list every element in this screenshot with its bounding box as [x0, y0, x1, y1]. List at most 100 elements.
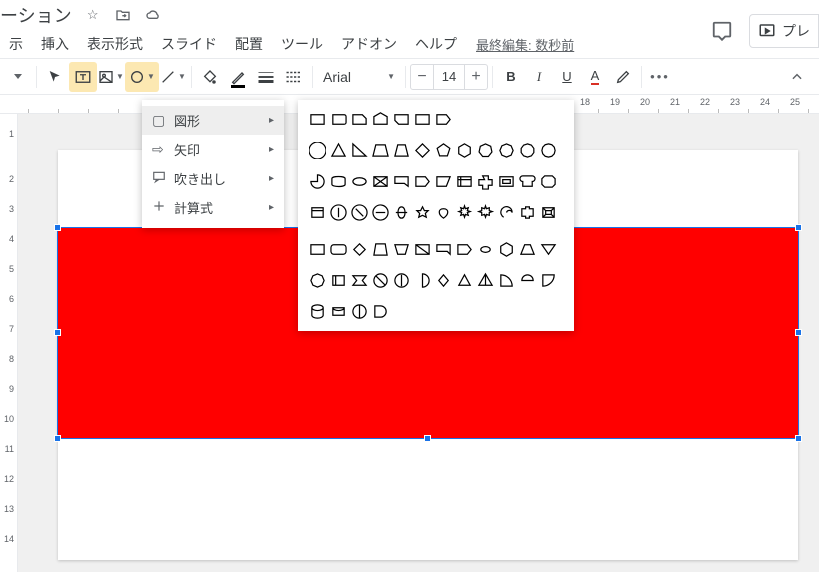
shape-option[interactable]	[350, 240, 369, 259]
shape-option[interactable]	[476, 240, 495, 259]
decrease-font[interactable]: −	[411, 68, 433, 86]
border-color[interactable]	[224, 62, 252, 92]
shape-option[interactable]	[497, 240, 516, 259]
shape-option[interactable]	[518, 172, 537, 191]
bold-button[interactable]: B	[497, 62, 525, 92]
cloud-icon[interactable]	[142, 4, 164, 26]
shape-option[interactable]	[371, 110, 390, 129]
shape-option[interactable]	[350, 110, 369, 129]
shape-option[interactable]	[539, 240, 558, 259]
highlight-color[interactable]	[609, 62, 637, 92]
textbox-tool[interactable]	[69, 62, 97, 92]
shape-option[interactable]	[476, 172, 495, 191]
shape-option[interactable]	[455, 172, 474, 191]
resize-handle-e[interactable]	[795, 329, 802, 336]
comment-history-icon[interactable]	[711, 20, 733, 42]
shape-option[interactable]	[392, 271, 411, 290]
shape-option[interactable]	[455, 141, 474, 160]
shape-option[interactable]	[392, 240, 411, 259]
shape-option[interactable]	[329, 172, 348, 191]
shape-option[interactable]	[308, 141, 327, 160]
shape-option[interactable]	[476, 203, 495, 222]
shape-option[interactable]	[539, 141, 558, 160]
shape-option[interactable]	[518, 271, 537, 290]
menu-callouts[interactable]: 吹き出し▸	[142, 164, 284, 193]
select-tool[interactable]	[41, 62, 69, 92]
font-select[interactable]: Arial▼	[317, 64, 401, 90]
shape-option[interactable]	[476, 141, 495, 160]
italic-button[interactable]: I	[525, 62, 553, 92]
menu-item[interactable]: 挿入	[32, 34, 78, 54]
increase-font[interactable]: +	[465, 68, 487, 86]
shape-option[interactable]	[371, 302, 390, 321]
shape-option[interactable]	[371, 203, 390, 222]
shape-option[interactable]	[518, 240, 537, 259]
menu-item[interactable]: ツール	[272, 34, 332, 54]
shape-option[interactable]	[392, 141, 411, 160]
shape-option[interactable]	[371, 141, 390, 160]
menu-item[interactable]: 配置	[226, 34, 272, 54]
shape-option[interactable]	[455, 203, 474, 222]
shape-option[interactable]	[329, 110, 348, 129]
shape-option[interactable]	[518, 203, 537, 222]
font-size-value[interactable]: 14	[433, 65, 465, 89]
resize-handle-sw[interactable]	[54, 435, 61, 442]
shape-option[interactable]	[371, 172, 390, 191]
shape-option[interactable]	[329, 240, 348, 259]
shape-option[interactable]	[413, 203, 432, 222]
shape-option[interactable]	[350, 203, 369, 222]
shape-option[interactable]	[434, 110, 453, 129]
shape-option[interactable]	[413, 141, 432, 160]
shape-option[interactable]	[539, 172, 558, 191]
shape-option[interactable]	[413, 271, 432, 290]
move-folder-icon[interactable]	[112, 4, 134, 26]
menu-item[interactable]: アドオン	[332, 34, 406, 54]
shape-option[interactable]	[497, 203, 516, 222]
more-tools[interactable]: •••	[646, 62, 674, 92]
shape-option[interactable]	[308, 271, 327, 290]
shape-option[interactable]	[308, 240, 327, 259]
shape-option[interactable]	[350, 172, 369, 191]
menu-equation[interactable]: 計算式▸	[142, 193, 284, 222]
shape-option[interactable]	[497, 271, 516, 290]
shape-option[interactable]	[329, 141, 348, 160]
shape-option[interactable]	[392, 110, 411, 129]
menu-item[interactable]: スライド	[152, 34, 226, 54]
menu-item[interactable]: 示	[0, 34, 32, 54]
shape-option[interactable]	[497, 141, 516, 160]
shape-option[interactable]	[308, 172, 327, 191]
shape-option[interactable]	[329, 203, 348, 222]
shape-option[interactable]	[350, 141, 369, 160]
shape-option[interactable]	[308, 302, 327, 321]
shape-option[interactable]	[329, 302, 348, 321]
image-tool[interactable]: ▼	[97, 62, 125, 92]
menu-arrows[interactable]: ⇨矢印▸	[142, 135, 284, 164]
border-weight[interactable]	[252, 62, 280, 92]
shape-option[interactable]	[455, 240, 474, 259]
present-button[interactable]: プレ	[749, 14, 819, 48]
last-edit-link[interactable]: 最終編集: 数秒前	[476, 35, 574, 54]
shape-option[interactable]	[434, 271, 453, 290]
shape-option[interactable]	[371, 271, 390, 290]
shape-tool[interactable]: ▼	[125, 62, 159, 92]
fill-color[interactable]	[196, 62, 224, 92]
resize-handle-se[interactable]	[795, 435, 802, 442]
collapse-toolbar[interactable]	[783, 62, 811, 92]
menu-item[interactable]: 表示形式	[78, 34, 152, 54]
resize-handle-ne[interactable]	[795, 224, 802, 231]
shape-option[interactable]	[413, 110, 432, 129]
shape-option[interactable]	[350, 271, 369, 290]
shape-option[interactable]	[371, 240, 390, 259]
shape-option[interactable]	[392, 203, 411, 222]
shape-option[interactable]	[455, 271, 474, 290]
shape-option[interactable]	[434, 240, 453, 259]
resize-handle-nw[interactable]	[54, 224, 61, 231]
shape-option[interactable]	[308, 110, 327, 129]
shape-option[interactable]	[476, 271, 495, 290]
shape-option[interactable]	[350, 302, 369, 321]
resize-handle-w[interactable]	[54, 329, 61, 336]
text-color[interactable]: A	[581, 62, 609, 92]
shape-option[interactable]	[413, 172, 432, 191]
shape-option[interactable]	[308, 203, 327, 222]
shape-option[interactable]	[539, 271, 558, 290]
